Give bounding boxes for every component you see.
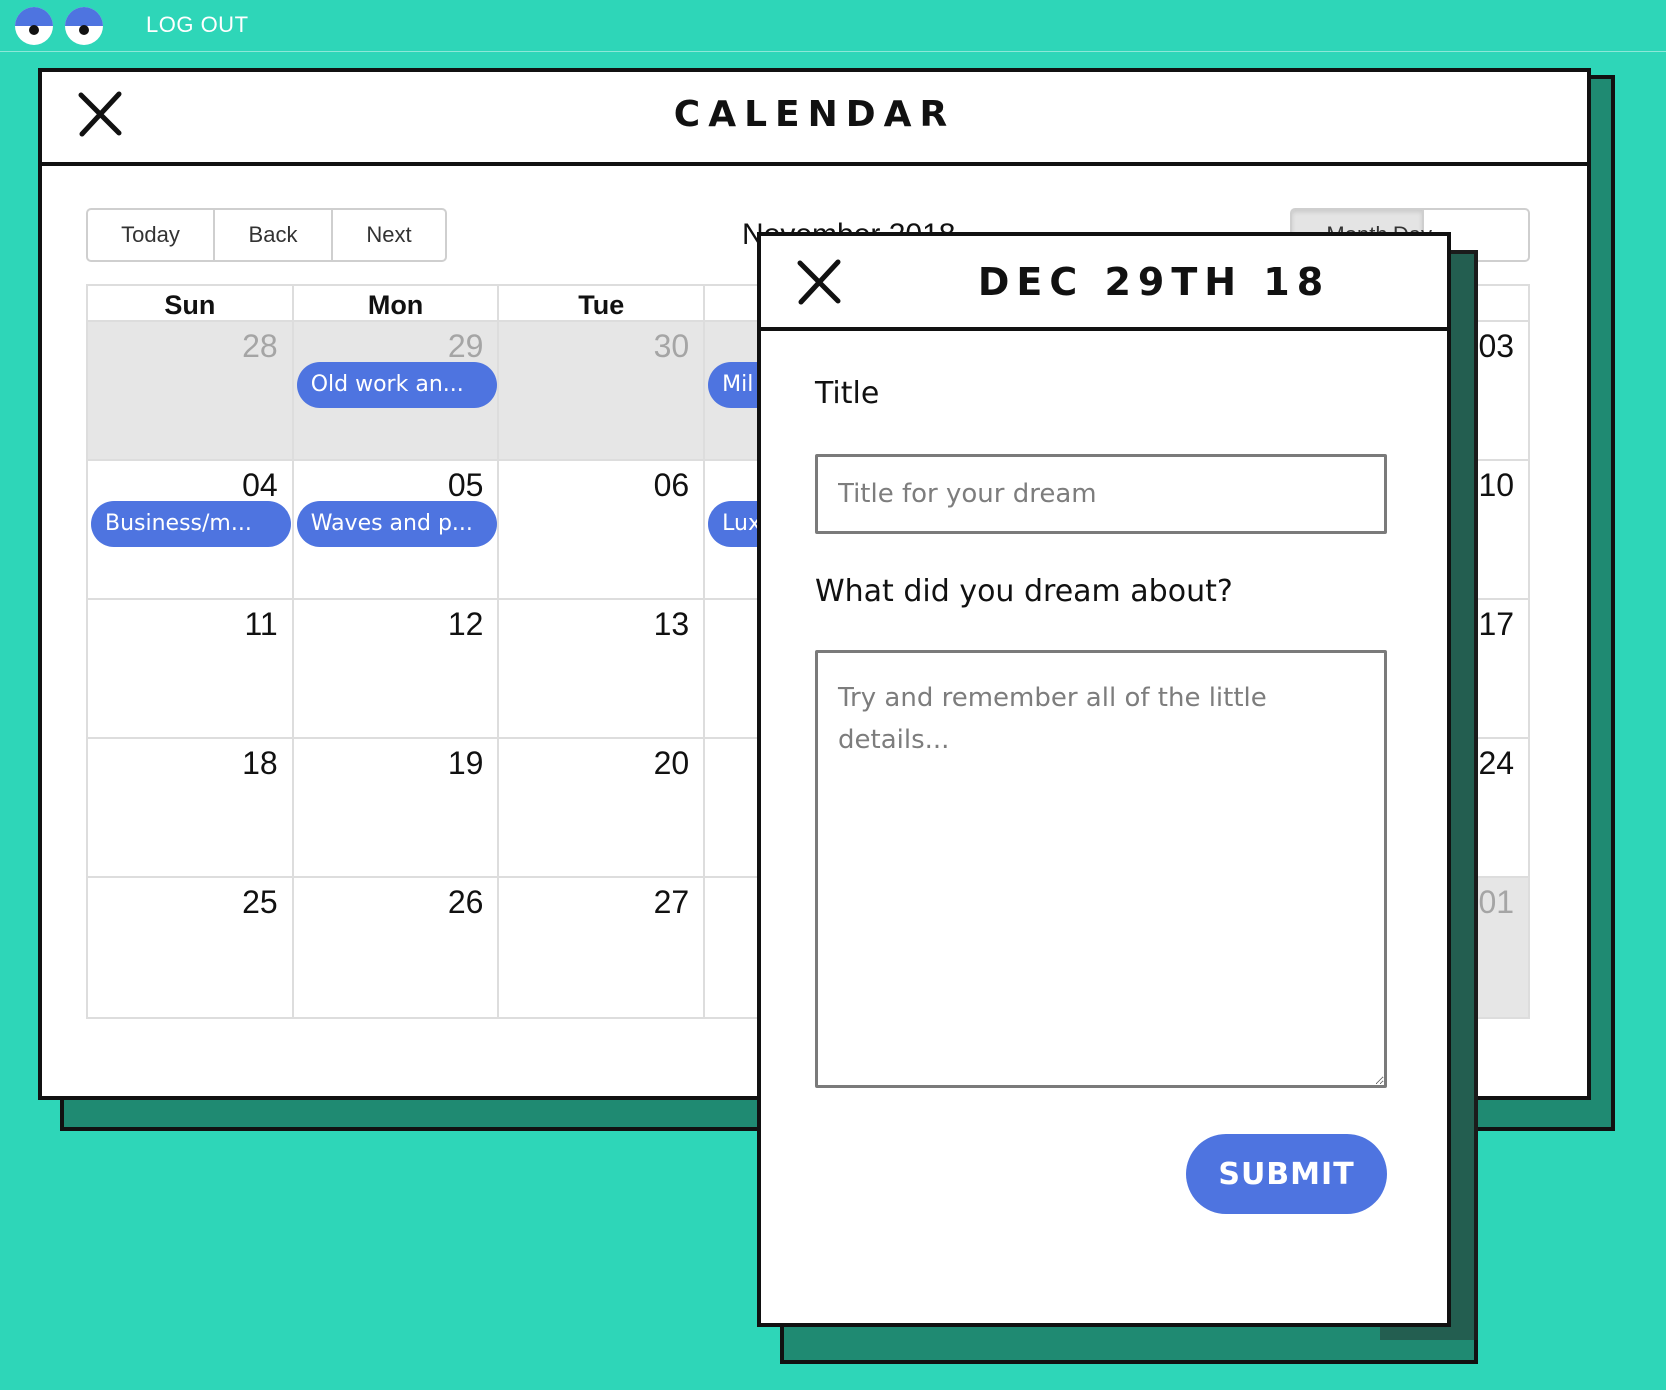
next-button[interactable]: Next — [333, 208, 447, 262]
day-cell[interactable]: 26 — [293, 878, 500, 1017]
weekday-header: Sun — [88, 286, 294, 320]
day-number[interactable]: 28 — [242, 328, 278, 365]
day-number[interactable]: 25 — [242, 884, 278, 921]
dream-field-label: What did you dream about? — [815, 574, 1233, 609]
event-pill[interactable]: Old work an... — [296, 362, 497, 408]
eyes-icon[interactable] — [14, 4, 114, 46]
today-button[interactable]: Today — [86, 208, 215, 262]
day-cell[interactable]: 05 Waves and p... — [293, 461, 500, 598]
day-cell[interactable]: 25 — [88, 878, 294, 1017]
day-number[interactable]: 10 — [1478, 467, 1514, 504]
day-number[interactable]: 05 — [448, 467, 484, 504]
top-bar: LOG OUT — [0, 0, 1666, 52]
day-number[interactable]: 12 — [448, 606, 484, 643]
back-button[interactable]: Back — [215, 208, 333, 262]
day-cell[interactable]: 20 — [499, 739, 706, 876]
calendar-title: CALENDAR — [673, 94, 956, 135]
day-number[interactable]: 04 — [242, 467, 278, 504]
new-dream-modal: DEC 29TH 18 Title What did you dream abo… — [757, 232, 1451, 1327]
submit-button[interactable]: SUBMIT — [1186, 1134, 1387, 1214]
day-cell[interactable]: 04 Business/m... — [88, 461, 294, 598]
day-number[interactable]: 27 — [654, 884, 690, 921]
day-cell[interactable]: 11 — [88, 600, 294, 737]
day-number[interactable]: 01 — [1478, 884, 1514, 921]
day-number[interactable]: 11 — [245, 606, 278, 643]
close-icon[interactable] — [795, 258, 843, 306]
day-number[interactable]: 26 — [448, 884, 484, 921]
day-number[interactable]: 20 — [654, 745, 690, 782]
day-cell[interactable]: 18 — [88, 739, 294, 876]
day-number[interactable]: 03 — [1478, 328, 1514, 365]
day-number[interactable]: 17 — [1478, 606, 1514, 643]
day-cell[interactable]: 29 Old work an... — [293, 322, 500, 459]
modal-header: DEC 29TH 18 — [761, 236, 1447, 331]
day-cell[interactable]: 12 — [293, 600, 500, 737]
day-cell[interactable]: 19 — [293, 739, 500, 876]
event-pill[interactable]: Business/m... — [91, 501, 291, 547]
dream-title-input[interactable] — [815, 454, 1387, 534]
calendar-header: CALENDAR — [42, 72, 1587, 166]
weekday-header: Mon — [294, 286, 500, 320]
day-number[interactable]: 19 — [448, 745, 484, 782]
day-cell[interactable]: 28 — [88, 322, 294, 459]
day-cell[interactable]: 27 — [499, 878, 706, 1017]
day-number[interactable]: 30 — [654, 328, 690, 365]
day-number[interactable]: 13 — [654, 606, 690, 643]
day-cell[interactable]: 30 — [499, 322, 706, 459]
day-cell[interactable]: 06 — [499, 461, 706, 598]
day-number[interactable]: 29 — [448, 328, 484, 365]
event-pill[interactable]: Waves and p... — [296, 501, 497, 547]
calendar-nav-toolbar: Today Back Next — [86, 208, 447, 262]
day-number[interactable]: 24 — [1478, 745, 1514, 782]
title-field-label: Title — [815, 376, 880, 411]
day-number[interactable]: 18 — [242, 745, 278, 782]
logout-link[interactable]: LOG OUT — [146, 12, 249, 38]
weekday-header: Tue — [499, 286, 706, 320]
day-number[interactable]: 06 — [654, 467, 690, 504]
modal-date-title: DEC 29TH 18 — [977, 260, 1331, 304]
day-cell[interactable]: 13 — [499, 600, 706, 737]
dream-details-textarea[interactable] — [815, 650, 1387, 1088]
